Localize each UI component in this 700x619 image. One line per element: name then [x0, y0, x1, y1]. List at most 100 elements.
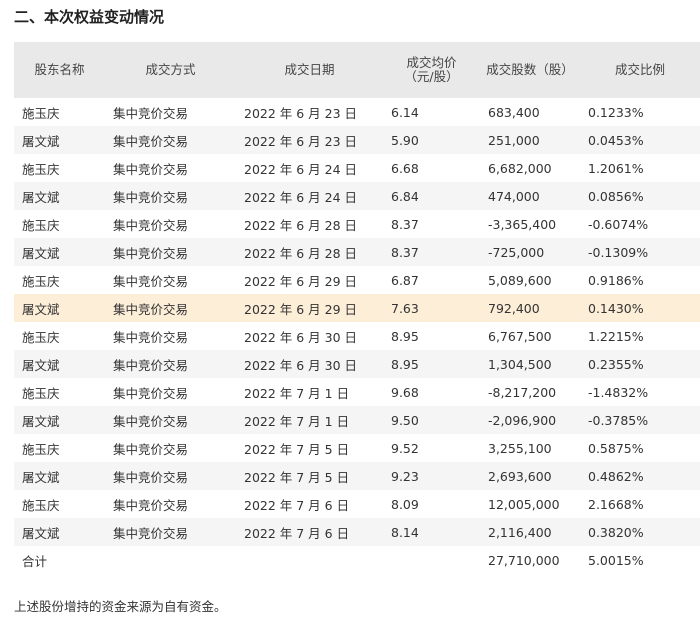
table-cell: 集中竞价交易: [113, 161, 189, 177]
table-cell: 0.1430%: [580, 294, 700, 322]
table-cell: 8.37: [391, 216, 419, 232]
table-cell: 屠文斌: [14, 462, 105, 490]
table-cell: 792,400: [480, 294, 580, 322]
total-shares: 27,710,000: [488, 552, 560, 568]
table-cell: 6,767,500: [488, 328, 552, 344]
table-cell: 8.14: [383, 518, 480, 546]
table-cell: 0.2355%: [580, 350, 700, 378]
table-cell: -8,217,200: [488, 384, 557, 400]
table-cell: 施玉庆: [22, 217, 60, 233]
empty-cell: [236, 546, 383, 574]
table-cell: 0.1233%: [588, 104, 644, 120]
table-cell: 5.90: [383, 126, 480, 154]
table-cell: 集中竞价交易: [105, 126, 236, 154]
table-cell: 集中竞价交易: [113, 329, 189, 345]
table-cell: 集中竞价交易: [105, 518, 236, 546]
column-header: 成交股数（股）: [480, 42, 580, 98]
table-cell: 2022 年 7 月 5 日: [236, 462, 383, 490]
table-cell: 集中竞价交易: [105, 238, 236, 266]
table-cell: 2022 年 6 月 30 日: [244, 329, 358, 345]
table-row: 施玉庆 集中竞价交易 2022 年 7 月 5 日 9.52 3,255,100 0.58…: [14, 434, 700, 462]
column-header: 成交均价（元/股）: [383, 42, 480, 98]
table-cell: 683,400: [488, 104, 540, 120]
table-cell: -0.3785%: [580, 406, 700, 434]
table-cell: 9.52: [391, 440, 419, 456]
table-row: 施玉庆 集中竞价交易 2022 年 6 月 30 日 8.95 6,767,500 1.2…: [14, 322, 700, 350]
table-cell: 屠文斌: [14, 126, 105, 154]
table-cell: 0.0453%: [580, 126, 700, 154]
table-cell: 6,682,000: [488, 160, 552, 176]
table-cell: 2022 年 6 月 30 日: [236, 350, 383, 378]
table-cell: 屠文斌: [14, 350, 105, 378]
table-cell: 集中竞价交易: [113, 441, 189, 457]
table-cell: 2022 年 6 月 23 日: [244, 105, 358, 121]
table-cell: -1.4832%: [588, 384, 649, 400]
table-cell: 1,304,500: [480, 350, 580, 378]
table-row: 屠文斌 集中竞价交易 2022 年 6 月 23 日 5.90 251,000 0.045…: [14, 126, 700, 154]
table-cell: 2022 年 6 月 29 日: [244, 273, 358, 289]
table-cell: 0.5875%: [588, 440, 644, 456]
table-cell: 1.2061%: [588, 160, 644, 176]
table-row: 屠文斌 集中竞价交易 2022 年 6 月 30 日 8.95 1,304,500 0.2…: [14, 350, 700, 378]
table-row: 屠文斌 集中竞价交易 2022 年 7 月 5 日 9.23 2,693,600 0.48…: [14, 462, 700, 490]
table-cell: 2022 年 7 月 5 日: [244, 441, 350, 457]
table-cell: 2,693,600: [480, 462, 580, 490]
table-cell: 集中竞价交易: [113, 497, 189, 513]
table-cell: 屠文斌: [14, 294, 105, 322]
table-row: 屠文斌 集中竞价交易 2022 年 6 月 29 日 7.63 792,400 0.143…: [14, 294, 700, 322]
table-cell: 集中竞价交易: [105, 406, 236, 434]
column-header: 成交方式: [105, 42, 236, 98]
table-row: 施玉庆 集中竞价交易 2022 年 6 月 29 日 6.87 5,089,600 0.9…: [14, 266, 700, 294]
total-row: 合计 27,710,000 5.0015%: [14, 546, 700, 574]
table-cell: 2022 年 7 月 1 日: [236, 406, 383, 434]
table-cell: 集中竞价交易: [105, 350, 236, 378]
table-cell: 施玉庆: [22, 329, 60, 345]
table-cell: 集中竞价交易: [105, 462, 236, 490]
total-label: 合计: [22, 553, 48, 569]
table-cell: 9.50: [383, 406, 480, 434]
equity-change-table: 股东名称 成交方式 成交日期 成交均价（元/股） 成交股数（股） 成交比例 施玉庆 集中竞价…: [14, 42, 700, 574]
table-cell: 2022 年 6 月 24 日: [244, 161, 358, 177]
table-cell: 6.87: [391, 272, 419, 288]
table-cell: 7.63: [383, 294, 480, 322]
table-cell: 2022 年 6 月 24 日: [236, 182, 383, 210]
table-cell: 0.0856%: [580, 182, 700, 210]
table-cell: 施玉庆: [22, 161, 60, 177]
table-cell: 施玉庆: [22, 441, 60, 457]
table-cell: 5,089,600: [488, 272, 552, 288]
footnote: 上述股份增持的资金来源为自有资金。: [14, 599, 227, 614]
table-cell: 9.23: [383, 462, 480, 490]
table-cell: 2022 年 7 月 6 日: [244, 497, 350, 513]
table-row: 施玉庆 集中竞价交易 2022 年 6 月 28 日 8.37 -3,365,400 -0…: [14, 210, 700, 238]
table-cell: 8.37: [383, 238, 480, 266]
table-cell: 474,000: [480, 182, 580, 210]
table-cell: 2.1668%: [588, 496, 644, 512]
table-cell: 施玉庆: [22, 497, 60, 513]
table-cell: -0.1309%: [580, 238, 700, 266]
table-cell: 屠文斌: [14, 518, 105, 546]
table-cell: 集中竞价交易: [105, 182, 236, 210]
table-cell: 屠文斌: [14, 238, 105, 266]
table-cell: 251,000: [480, 126, 580, 154]
table-cell: 2022 年 7 月 1 日: [244, 385, 350, 401]
table-cell: 2,116,400: [480, 518, 580, 546]
table-cell: 2022 年 6 月 28 日: [244, 217, 358, 233]
table-cell: 2022 年 7 月 6 日: [236, 518, 383, 546]
column-header: 成交比例: [580, 42, 700, 98]
table-cell: 屠文斌: [14, 182, 105, 210]
table-cell: 集中竞价交易: [113, 217, 189, 233]
table-row: 屠文斌 集中竞价交易 2022 年 6 月 24 日 6.84 474,000 0.085…: [14, 182, 700, 210]
table-cell: 0.4862%: [580, 462, 700, 490]
table-cell: 12,005,000: [488, 496, 560, 512]
table-cell: 6.84: [383, 182, 480, 210]
table-cell: 屠文斌: [14, 406, 105, 434]
table-cell: 施玉庆: [22, 385, 60, 401]
table-cell: 0.3820%: [580, 518, 700, 546]
table-cell: 1.2215%: [588, 328, 644, 344]
table-cell: 0.9186%: [588, 272, 644, 288]
table-cell: -725,000: [480, 238, 580, 266]
table-cell: 集中竞价交易: [113, 273, 189, 289]
table-row: 屠文斌 集中竞价交易 2022 年 7 月 1 日 9.50 -2,096,900 -0.…: [14, 406, 700, 434]
table-cell: 9.68: [391, 384, 419, 400]
table-cell: -2,096,900: [480, 406, 580, 434]
